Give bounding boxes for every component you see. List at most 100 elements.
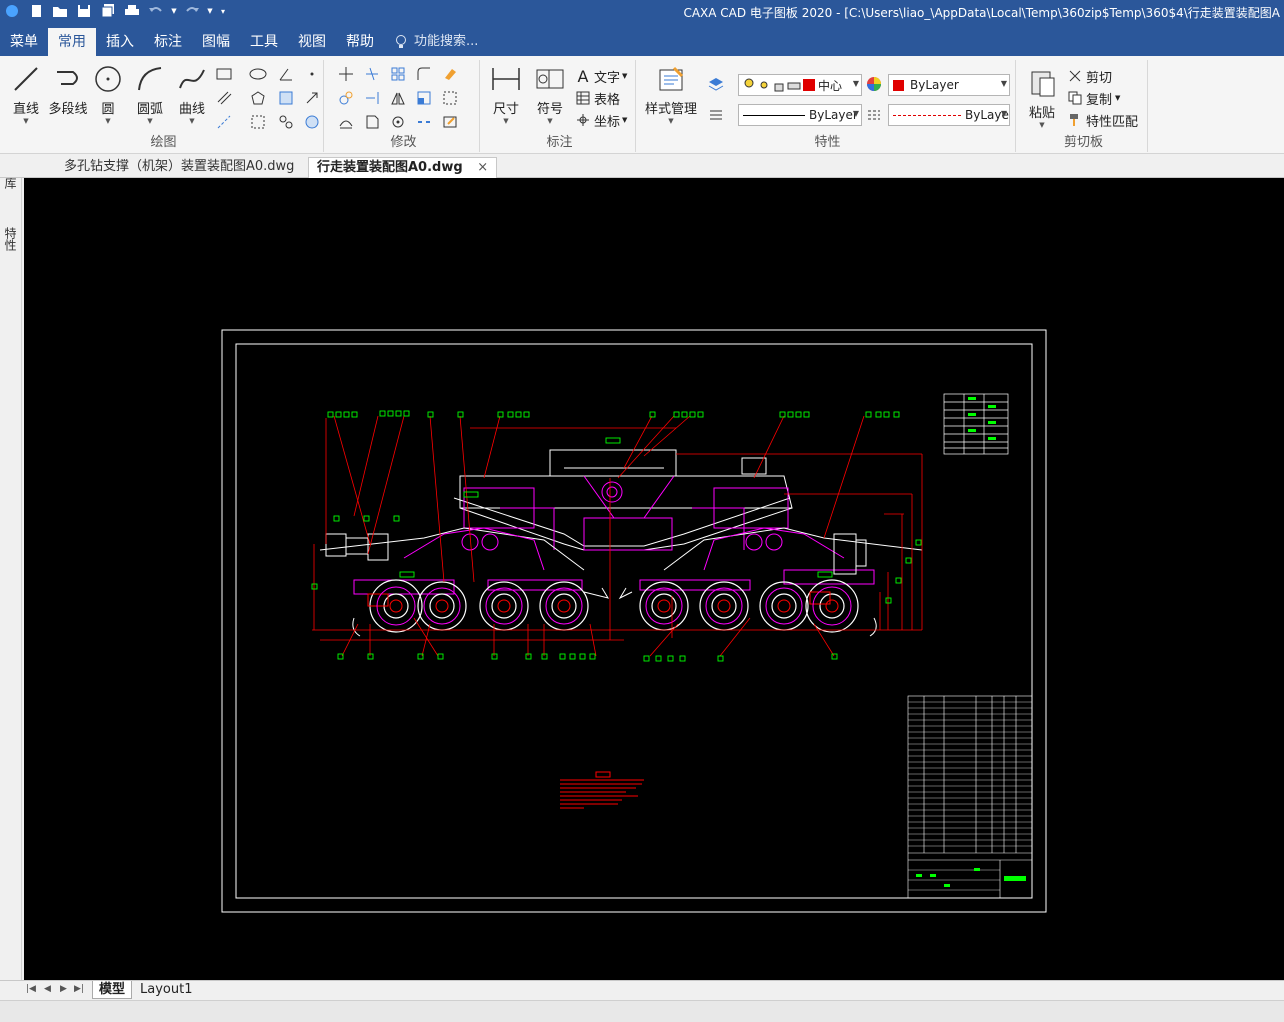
scissors-icon	[1066, 67, 1084, 85]
arc-button[interactable]: 圆弧 ▼	[130, 62, 170, 125]
tab-insert[interactable]: 插入	[96, 28, 144, 56]
linewidth-combo[interactable]: ByLayer ▼	[738, 104, 862, 126]
table-button[interactable]: 表格	[574, 88, 620, 108]
save-all-icon[interactable]	[96, 1, 120, 21]
last-layout-icon[interactable]: ▶|	[74, 984, 84, 994]
break-icon[interactable]	[414, 112, 434, 132]
linewidth-icon[interactable]	[706, 104, 726, 124]
paste-icon	[1025, 66, 1059, 100]
region-icon[interactable]	[302, 112, 322, 132]
trim-icon[interactable]	[362, 64, 382, 84]
tab-help[interactable]: 帮助	[336, 28, 384, 56]
arrow-icon[interactable]	[302, 88, 322, 108]
circle-button[interactable]: 圆 ▼	[88, 62, 128, 125]
explode-icon[interactable]	[440, 88, 460, 108]
symbol-button[interactable]: 符号 ▼	[530, 62, 570, 125]
bom-rows	[908, 701, 1032, 891]
bogie-arms	[319, 527, 923, 571]
polygon-icon[interactable]	[248, 88, 268, 108]
copy-object-icon[interactable]	[336, 88, 356, 108]
cut-button[interactable]: 剪切	[1066, 66, 1112, 86]
erase-icon[interactable]	[440, 64, 460, 84]
ellipse-icon[interactable]	[248, 64, 268, 84]
fillet-icon[interactable]	[414, 64, 434, 84]
match-properties-label: 特性匹配	[1086, 114, 1139, 130]
color-wheel-icon[interactable]	[864, 74, 884, 94]
point-icon[interactable]	[302, 64, 322, 84]
prev-layout-icon[interactable]: ◀	[44, 984, 51, 994]
hatch-icon[interactable]	[276, 88, 296, 108]
leader-lines	[333, 415, 865, 657]
scale-icon[interactable]	[414, 88, 434, 108]
dimension-label: 尺寸	[492, 102, 519, 117]
rectangle-icon[interactable]	[214, 64, 234, 84]
offset-icon[interactable]	[336, 112, 356, 132]
paste-button[interactable]: 粘贴 ▼	[1022, 66, 1062, 129]
curve-button[interactable]: 曲线 ▼	[172, 62, 212, 125]
angle-line-icon[interactable]	[276, 64, 296, 84]
coordinate-button[interactable]: 坐标 ▼	[574, 110, 627, 130]
arc-label: 圆弧	[136, 102, 163, 117]
tab-tools[interactable]: 工具	[240, 28, 288, 56]
redo-icon[interactable]	[180, 1, 204, 21]
brush-icon	[1066, 111, 1084, 129]
doc-tab-walking-device[interactable]: 行走装置装配图A0.dwg ×	[308, 157, 498, 178]
text-button[interactable]: A 文字 ▼	[574, 66, 628, 86]
open-folder-icon[interactable]	[48, 1, 72, 21]
polyline-button[interactable]: 多段线	[46, 62, 90, 117]
redo-dropdown-icon[interactable]: ▼	[204, 1, 216, 21]
linetype-icon[interactable]	[864, 104, 884, 124]
tab-sheet[interactable]: 图幅	[192, 28, 240, 56]
clipboard-group: 粘贴 ▼ 剪切 复制 ▼ 特性匹配 剪切板	[1020, 60, 1148, 152]
print-icon[interactable]	[120, 1, 144, 21]
mirror-icon[interactable]	[388, 88, 408, 108]
draw-group-label: 绘图	[150, 135, 177, 150]
tab-view[interactable]: 视图	[288, 28, 336, 56]
function-search-label: 功能搜索...	[414, 34, 479, 49]
new-file-icon[interactable]	[24, 1, 48, 21]
first-layout-icon[interactable]: |◀	[26, 984, 36, 994]
match-properties-button[interactable]: 特性匹配	[1066, 110, 1138, 130]
walking-device-assembly	[311, 410, 923, 662]
side-tab-properties[interactable]: 特性	[3, 227, 19, 251]
title-bar: ▼ ▼ ▾ CAXA CAD 电子图板 2020 - [C:\Users\lia…	[0, 0, 1284, 28]
centerline-icon[interactable]	[214, 112, 234, 132]
tab-annotate[interactable]: 标注	[144, 28, 192, 56]
tab-menu[interactable]: 菜单	[0, 28, 48, 56]
block-icon[interactable]	[248, 112, 268, 132]
parallel-line-icon[interactable]	[214, 88, 234, 108]
doc-tab-label: 行走装置装配图A0.dwg	[317, 160, 463, 175]
table-label: 表格	[594, 92, 621, 108]
function-search[interactable]: 功能搜索...	[384, 28, 488, 56]
rotate-icon[interactable]	[388, 112, 408, 132]
undo-dropdown-icon[interactable]: ▼	[168, 1, 180, 21]
edit-properties-icon[interactable]	[440, 112, 460, 132]
layout-tab-layout1[interactable]: Layout1	[134, 981, 198, 999]
spline-icon[interactable]	[276, 112, 296, 132]
line-button[interactable]: 直线 ▼	[6, 62, 46, 125]
linetype-combo[interactable]: ByLaye ▼	[888, 104, 1010, 126]
array-icon[interactable]	[388, 64, 408, 84]
stretch-icon[interactable]	[362, 112, 382, 132]
customize-toolbar-icon[interactable]: ▾	[216, 1, 230, 21]
move-icon[interactable]	[336, 64, 356, 84]
app-icon[interactable]	[0, 1, 24, 21]
style-manager-button[interactable]: 样式管理 ▼	[642, 62, 700, 125]
next-layout-icon[interactable]: ▶	[60, 984, 67, 994]
drawing-canvas[interactable]	[24, 178, 1284, 980]
save-icon[interactable]	[72, 1, 96, 21]
close-icon[interactable]: ×	[477, 160, 488, 175]
tab-home[interactable]: 常用	[48, 28, 96, 56]
circle-icon	[91, 62, 125, 96]
main-frame	[453, 449, 793, 551]
color-combo[interactable]: ByLayer ▼	[888, 74, 1010, 96]
layer-combo[interactable]: 中心 ▼	[738, 74, 862, 96]
dimension-button[interactable]: 尺寸 ▼	[486, 62, 526, 125]
layout-tab-model[interactable]: 模型	[92, 981, 133, 999]
extend-icon[interactable]	[362, 88, 382, 108]
chevron-down-icon: ▼	[852, 109, 859, 118]
layer-icon[interactable]	[706, 74, 726, 94]
copy-button[interactable]: 复制 ▼	[1066, 88, 1120, 108]
doc-tab-drill-support[interactable]: 多孔钻支撑（机架）装置装配图A0.dwg	[56, 157, 302, 178]
undo-icon[interactable]	[144, 1, 168, 21]
